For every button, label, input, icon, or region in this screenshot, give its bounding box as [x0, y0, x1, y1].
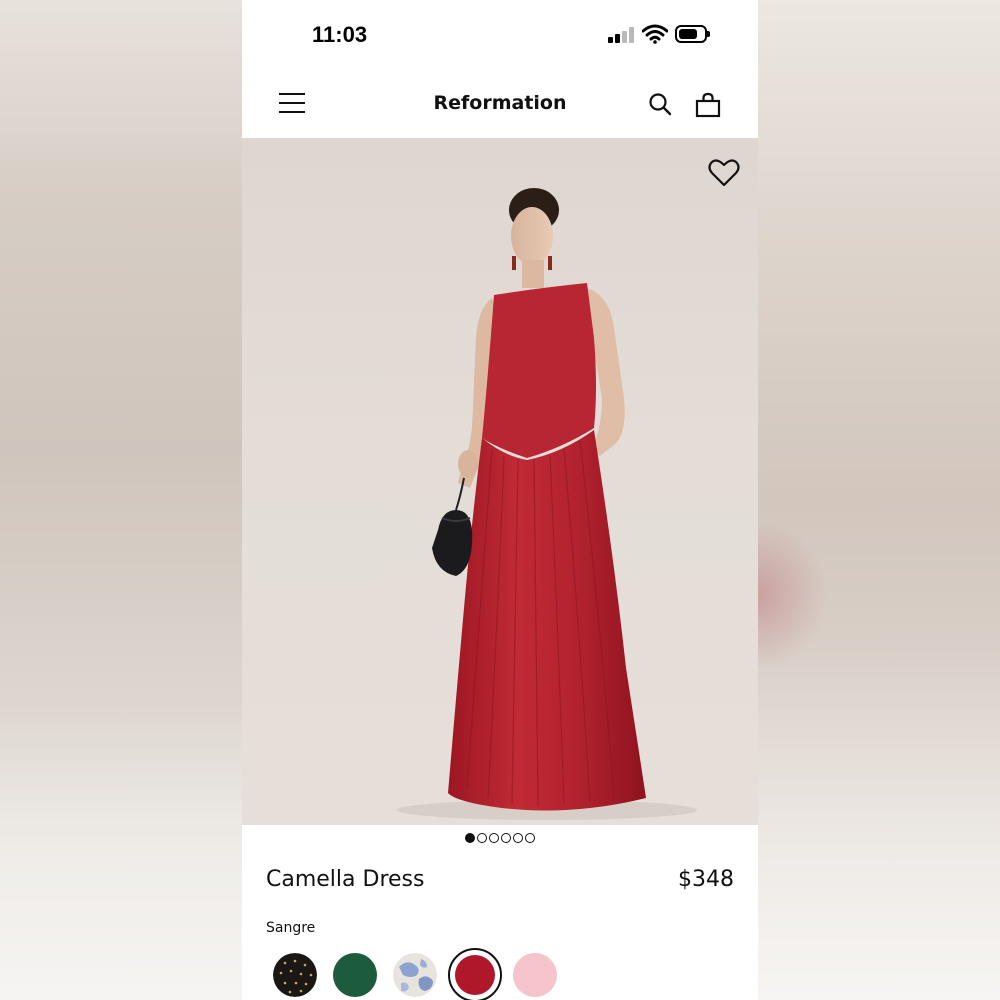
menu-icon[interactable] — [279, 92, 305, 114]
color-swatch-pink[interactable] — [510, 950, 560, 1000]
carousel-dot[interactable] — [513, 833, 523, 843]
carousel-dot[interactable] — [489, 833, 499, 843]
color-swatch-blue-floral[interactable] — [390, 950, 440, 1000]
product-image[interactable] — [242, 138, 758, 825]
cellular-signal-icon — [608, 27, 636, 43]
status-time: 11:03 — [312, 22, 368, 47]
background-blur-right — [758, 0, 1000, 1000]
battery-icon — [675, 25, 710, 43]
model-photo — [397, 188, 697, 820]
color-swatch-green[interactable] — [330, 950, 380, 1000]
app-header: Reformation — [242, 70, 758, 138]
product-price: $348 — [678, 867, 734, 892]
selected-color-label: Sangre — [266, 920, 316, 936]
phone-screen: 11:03 Reformation Camella Dress $348 San… — [242, 0, 758, 1000]
background-blur-left — [0, 0, 242, 1000]
search-icon[interactable] — [648, 92, 672, 116]
color-swatch-black-polka-dot[interactable] — [270, 950, 320, 1000]
carousel-dot[interactable] — [501, 833, 511, 843]
product-name: Camella Dress — [266, 867, 425, 892]
wifi-icon — [642, 24, 668, 44]
image-carousel-indicator — [242, 833, 758, 847]
carousel-dot[interactable] — [465, 833, 475, 843]
status-bar: 11:03 — [242, 0, 758, 70]
carousel-dot[interactable] — [477, 833, 487, 843]
heart-icon[interactable] — [708, 158, 740, 188]
bag-icon[interactable] — [695, 92, 721, 118]
carousel-dot[interactable] — [525, 833, 535, 843]
brand-logo: Reformation — [433, 92, 567, 114]
color-swatch-sangre[interactable] — [448, 948, 502, 1000]
